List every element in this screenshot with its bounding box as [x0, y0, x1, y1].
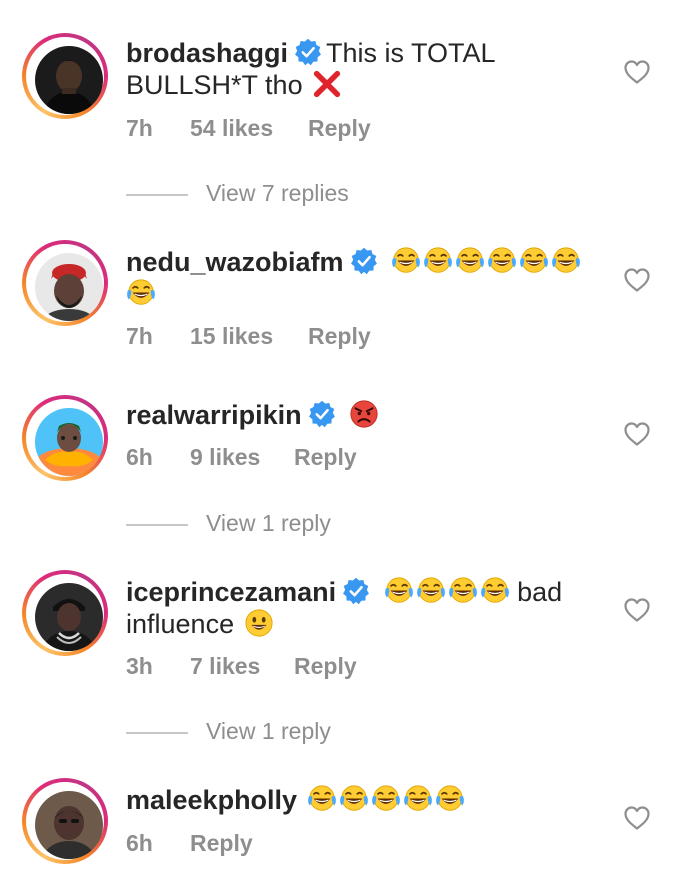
reply-button[interactable]: Reply	[308, 322, 371, 350]
comment-meta: 3h 7 likes Reply	[126, 652, 357, 680]
tears-of-joy-emoji-icon	[519, 246, 549, 276]
view-replies-button[interactable]: View 1 reply	[126, 716, 331, 746]
verified-badge-icon	[308, 400, 336, 428]
timestamp: 3h	[126, 653, 153, 679]
likes-count[interactable]: 9 likes	[190, 443, 294, 471]
comment-meta: 6h Reply	[126, 829, 253, 857]
username[interactable]: brodashaggi	[126, 38, 288, 68]
story-ring[interactable]	[22, 240, 108, 326]
angry-face-emoji-icon	[349, 399, 379, 429]
view-replies-button[interactable]: View 1 reply	[126, 508, 331, 538]
comment-meta: 6h 9 likes Reply	[126, 443, 357, 471]
avatar-gap	[26, 399, 104, 477]
view-replies-button[interactable]: View 7 replies	[126, 178, 349, 208]
comment-text: nedu_wazobiafm	[126, 246, 596, 310]
tears-of-joy-emoji-icon	[384, 576, 414, 606]
verified-badge-icon	[294, 38, 322, 66]
avatar-gap	[26, 574, 104, 652]
username[interactable]: nedu_wazobiafm	[126, 247, 344, 277]
heart-icon[interactable]	[624, 422, 650, 446]
comment-text: brodashaggi This is TOTAL BULLSH*T tho	[126, 37, 596, 101]
tears-of-joy-emoji-icon	[126, 278, 156, 308]
story-ring[interactable]	[22, 570, 108, 656]
tears-of-joy-emoji-icon	[339, 784, 369, 814]
avatar-gap	[26, 37, 104, 115]
view-replies-label: View 1 reply	[206, 718, 331, 744]
comment-text: iceprincezamani bad influence	[126, 576, 596, 640]
username[interactable]: maleekpholly	[126, 785, 297, 815]
view-replies-label: View 1 reply	[206, 510, 331, 536]
reply-button[interactable]: Reply	[294, 443, 357, 471]
username[interactable]: realwarripikin	[126, 400, 302, 430]
avatar[interactable]	[35, 46, 103, 114]
avatar[interactable]	[35, 408, 103, 476]
tears-of-joy-emoji-icon	[448, 576, 478, 606]
comment-meta: 7h 15 likes Reply	[126, 322, 371, 350]
comment-text: realwarripikin	[126, 399, 596, 431]
username[interactable]: iceprincezamani	[126, 577, 336, 607]
reply-button[interactable]: Reply	[308, 114, 371, 142]
likes-count[interactable]: 7 likes	[190, 652, 294, 680]
tears-of-joy-emoji-icon	[551, 246, 581, 276]
timestamp: 7h	[126, 323, 153, 349]
tears-of-joy-emoji-icon	[480, 576, 510, 606]
timestamp: 7h	[126, 115, 153, 141]
grinning-face-emoji-icon	[244, 608, 274, 638]
reply-button[interactable]: Reply	[294, 652, 357, 680]
comment-meta: 7h 54 likes Reply	[126, 114, 371, 142]
reply-button[interactable]: Reply	[190, 829, 253, 857]
tears-of-joy-emoji-icon	[391, 246, 421, 276]
heart-icon[interactable]	[624, 598, 650, 622]
reply-divider-line	[126, 193, 188, 196]
tears-of-joy-emoji-icon	[455, 246, 485, 276]
heart-icon[interactable]	[624, 268, 650, 292]
comment-text: maleekpholly	[126, 784, 596, 816]
tears-of-joy-emoji-icon	[487, 246, 517, 276]
avatar[interactable]	[35, 583, 103, 651]
avatar-gap	[26, 244, 104, 322]
tears-of-joy-emoji-icon	[435, 784, 465, 814]
likes-count[interactable]: 54 likes	[190, 114, 308, 142]
likes-count[interactable]: 15 likes	[190, 322, 308, 350]
tears-of-joy-emoji-icon	[416, 576, 446, 606]
story-ring[interactable]	[22, 395, 108, 481]
reply-divider-line	[126, 731, 188, 734]
avatar-gap	[26, 782, 104, 860]
timestamp: 6h	[126, 830, 153, 856]
timestamp: 6h	[126, 444, 153, 470]
story-ring[interactable]	[22, 778, 108, 864]
tears-of-joy-emoji-icon	[403, 784, 433, 814]
story-ring[interactable]	[22, 33, 108, 119]
heart-icon[interactable]	[624, 60, 650, 84]
avatar[interactable]	[35, 253, 103, 321]
heart-icon[interactable]	[624, 806, 650, 830]
reply-divider-line	[126, 523, 188, 526]
cross-mark-emoji-icon	[312, 69, 342, 99]
verified-badge-icon	[350, 247, 378, 275]
tears-of-joy-emoji-icon	[371, 784, 401, 814]
tears-of-joy-emoji-icon	[307, 784, 337, 814]
verified-badge-icon	[342, 577, 370, 605]
avatar[interactable]	[35, 791, 103, 859]
view-replies-label: View 7 replies	[206, 180, 349, 206]
tears-of-joy-emoji-icon	[423, 246, 453, 276]
